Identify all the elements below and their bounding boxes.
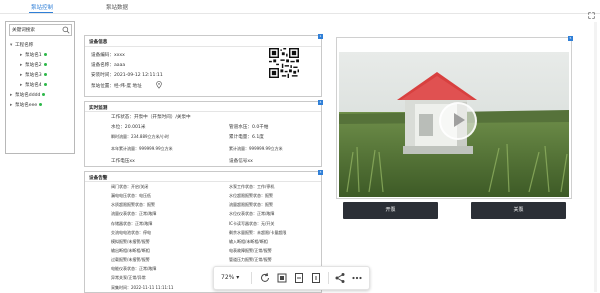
- online-status-icon: [43, 73, 47, 76]
- device-signal: 设备信号xx: [229, 159, 253, 164]
- status-item: 剩余水量报警：未超限/卡量超限: [229, 230, 287, 235]
- play-video-button[interactable]: [439, 102, 477, 140]
- status-item: 漏电电压状态：电压低: [111, 193, 151, 198]
- status-item: 输出断相/未断相/断相: [111, 248, 150, 253]
- status-item: 存储器状态：正常/故障: [111, 221, 153, 226]
- tab-pump-control[interactable]: 泵站控制: [31, 3, 53, 11]
- install-time-row: 安装时间：2021-09-12 12:11:11: [91, 73, 163, 78]
- status-item: 电能仪表状态：正常/故障: [111, 266, 157, 271]
- year-flow: 本年累计流量：999999.99立方米: [111, 146, 173, 151]
- realtime-monitor-card: 实时监测 4 工作状态：开泵中（开泵时间）/关泵中 水位：20.001米 管道水…: [84, 100, 323, 167]
- status-item: 模拟报警/未报警/报警: [111, 239, 150, 244]
- more-options-icon[interactable]: [351, 272, 363, 284]
- online-status-icon: [43, 63, 47, 66]
- video-panel: 5: [336, 36, 573, 199]
- device-code-row: 设备编码：xxxx: [91, 53, 125, 58]
- tree-node-station[interactable]: ▸ 泵站名4: [20, 82, 47, 88]
- search-input[interactable]: 关键词搜索: [9, 24, 72, 36]
- status-item: 过载报警/未报警/报警: [111, 257, 150, 262]
- search-placeholder: 关键词搜索: [12, 28, 35, 33]
- card-divider: [85, 181, 321, 182]
- location-pin-icon[interactable]: [155, 81, 163, 89]
- collect-time: 采集时间：2022-11-11 11:11:11: [111, 285, 174, 290]
- tree-node-project[interactable]: ▾ 工程名称: [10, 42, 33, 48]
- status-item: 电表故障报警/正常/报警: [229, 248, 272, 253]
- pipe-pressure: 管道水压：0.0千帕: [229, 125, 269, 130]
- tab-divider: [0, 13, 600, 14]
- online-status-icon: [43, 83, 47, 86]
- card-divider: [85, 46, 321, 47]
- status-item: 交流电电池状态：停电: [111, 230, 151, 235]
- pump-station-photo: [339, 52, 569, 197]
- status-item: 输入断相/未断相/断相: [229, 239, 268, 244]
- section-badge: 3: [318, 170, 323, 175]
- vertical-scrollbar[interactable]: [594, 22, 597, 292]
- status-item: 管道压力报警/正常/报警: [229, 257, 272, 262]
- device-info-title: 设备信息: [89, 40, 108, 45]
- status-item: 水位超限报警状态：报警: [229, 193, 273, 198]
- toolbar-separator: [251, 272, 252, 284]
- tree-node-station[interactable]: ▸ 泵站名eee: [10, 102, 43, 108]
- page-number-icon[interactable]: [310, 272, 322, 284]
- tree-node-station[interactable]: ▸ 泵站名1: [20, 52, 47, 58]
- device-info-card: 设备信息 1 设备编码：xxxx 设备名称：aaaa 安装时间：2021-09-…: [84, 34, 323, 97]
- qr-code: [269, 48, 299, 78]
- online-status-icon: [39, 103, 43, 106]
- status-item: 流量超限报警状态：报警: [229, 202, 273, 207]
- device-name-row: 设备名称：aaaa: [91, 63, 126, 68]
- status-item: 异常关泵/正常/异常: [111, 275, 146, 280]
- toolbar-separator: [328, 272, 329, 284]
- tab-pump-data[interactable]: 泵站数据: [106, 3, 128, 11]
- section-badge: 1: [318, 34, 323, 39]
- work-voltage: 工作电压xx: [111, 159, 135, 164]
- single-page-icon[interactable]: [293, 272, 305, 284]
- open-pump-button[interactable]: 开泵: [343, 202, 438, 219]
- fit-page-icon[interactable]: [276, 272, 288, 284]
- work-status: 工作状态：开泵中（开泵时间）/关泵中: [111, 115, 191, 120]
- status-item: 水泵工作状态：工作/停机: [229, 184, 275, 189]
- share-icon[interactable]: [334, 272, 346, 284]
- tree-node-station[interactable]: ▸ 泵站名3: [20, 72, 47, 78]
- tree-node-station[interactable]: ▸ 泵站名2: [20, 62, 47, 68]
- top-tabs: 泵站控制 泵站数据: [0, 0, 600, 14]
- viewer-toolbar: 72% ▾: [213, 266, 370, 290]
- total-power: 累计电量：6.1度: [229, 135, 264, 140]
- total-flow: 累计流量：999999.99立方米: [229, 146, 283, 151]
- section-badge: 5: [568, 36, 573, 41]
- search-icon[interactable]: [62, 26, 70, 34]
- online-status-icon: [42, 93, 46, 96]
- instant-flow: 瞬时流量：234.889立方米/小时: [111, 134, 169, 139]
- section-badge: 4: [318, 100, 323, 105]
- status-item: 水位仪表状态：正常/故障: [229, 211, 275, 216]
- expand-icon[interactable]: [588, 12, 595, 19]
- station-tree-panel: 关键词搜索 ▾ 工程名称 ▸ 泵站名1 ▸ 泵站名2 ▸ 泵站名3 ▸ 泵站名4 ▸ 泵站名…: [5, 21, 75, 154]
- close-pump-button[interactable]: 关泵: [471, 202, 566, 219]
- card-divider: [85, 111, 321, 112]
- water-level: 水位：20.001米: [111, 125, 146, 130]
- online-status-icon: [43, 53, 47, 56]
- status-item: 阀门状态：开启/关闭: [111, 184, 149, 189]
- status-item: 流量仪表状态：正常/故障: [111, 211, 157, 216]
- status-item: 水质超限报警状态：报警: [111, 202, 155, 207]
- rotate-icon[interactable]: [259, 272, 271, 284]
- location-row: 泵站位置：经-纬-度 地址: [91, 84, 142, 89]
- zoom-level[interactable]: 72% ▾: [221, 274, 239, 281]
- status-item: IC卡读写器状态：无/开关: [229, 221, 275, 226]
- tree-node-station[interactable]: ▸ 泵站名dddd: [10, 92, 46, 98]
